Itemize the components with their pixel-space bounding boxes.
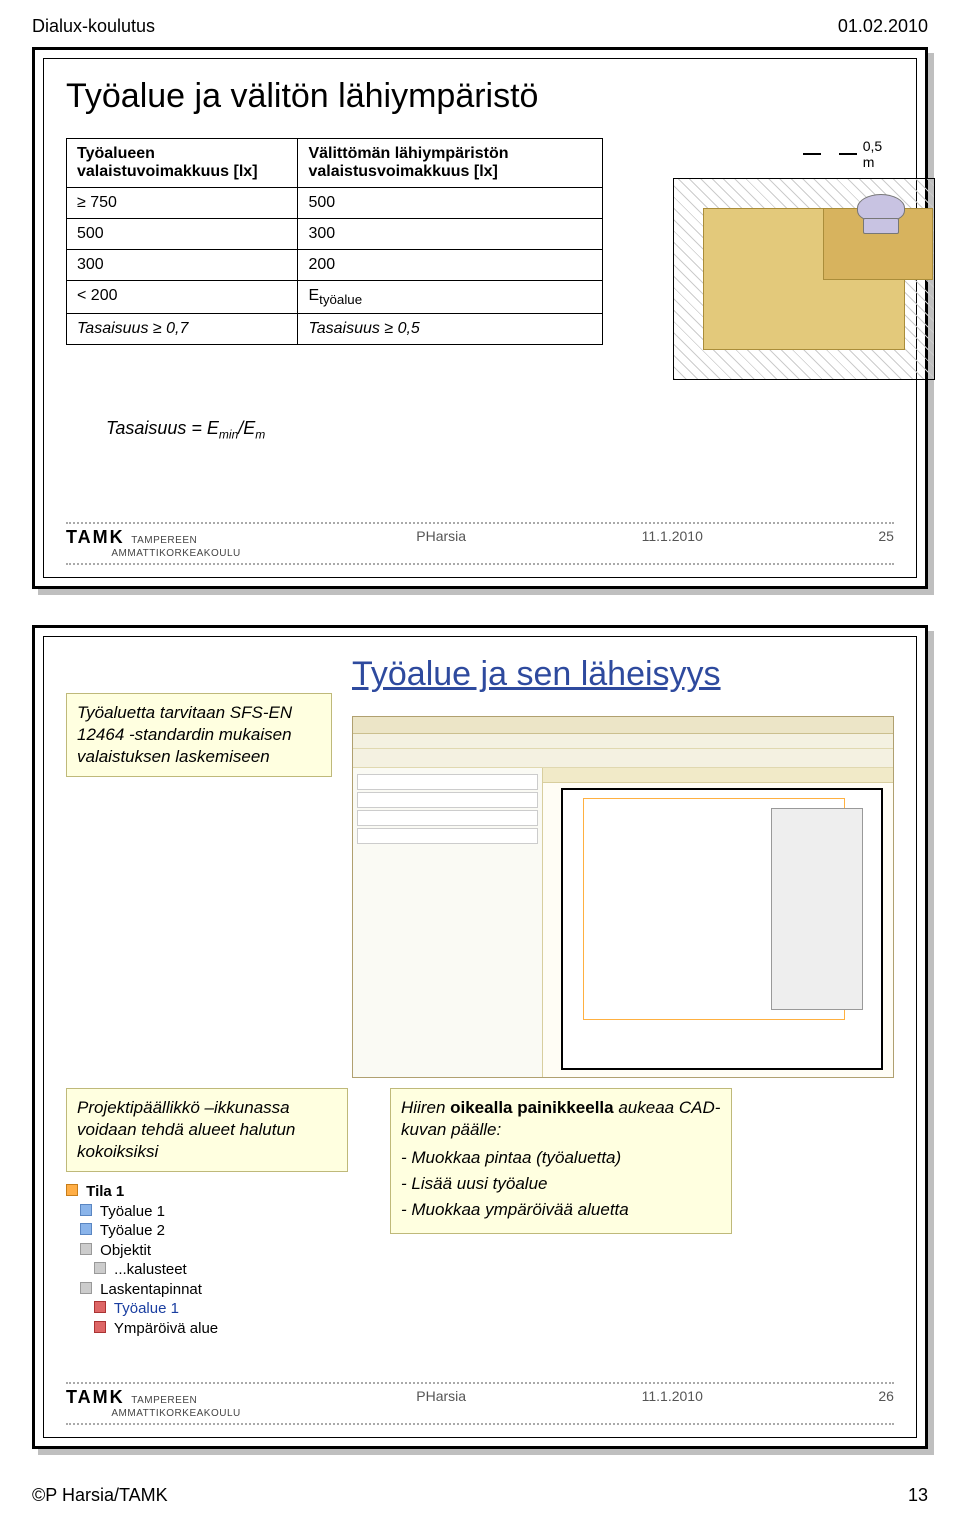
lux-r4c2: Tasaisuus ≥ 0,5 [298, 314, 603, 345]
tree-item[interactable]: Laskentapinnat [100, 1281, 202, 1298]
slide1-page: 25 [878, 528, 894, 559]
ctxmenu-item: - Muokkaa pintaa (työaluetta) [401, 1147, 721, 1169]
ss-ruler [543, 768, 893, 783]
ss-field[interactable] [357, 774, 538, 790]
lux-head-1: Työalueen valaistuvoimakkuus [lx] [67, 139, 298, 188]
lux-table: Työalueen valaistuvoimakkuus [lx] Välitt… [66, 138, 603, 345]
tree-root[interactable]: Tila 1 [86, 1183, 124, 1200]
ss-field[interactable] [357, 828, 538, 844]
slide2-page: 26 [878, 1388, 894, 1419]
project-tree[interactable]: Tila 1 Työalue 1 Työalue 2 Objektit ...k… [66, 1182, 366, 1338]
tree-item[interactable]: Työalue 2 [100, 1222, 165, 1239]
ss-canvas-area[interactable] [543, 768, 893, 1078]
ss-field[interactable] [357, 792, 538, 808]
tree-item[interactable]: Objektit [100, 1242, 151, 1259]
slide2-title: Työalue ja sen läheisyys [352, 655, 894, 694]
lux-r3c1: < 200 [67, 281, 298, 314]
slide1-date: 11.1.2010 [642, 528, 703, 559]
slide1-author: PHarsia [416, 528, 466, 559]
tree-item[interactable]: ...kalusteet [114, 1261, 187, 1278]
tree-item[interactable]: Ympäröivä alue [114, 1320, 218, 1337]
note-context-head: Hiiren oikealla painikkeella aukeaa CAD-… [401, 1098, 720, 1139]
doc-footer-right: 13 [908, 1485, 928, 1506]
folder-icon [80, 1243, 92, 1255]
lux-r0c2: 500 [298, 188, 603, 219]
ctxmenu-item: - Lisää uusi työalue [401, 1173, 721, 1195]
lux-r1c2: 300 [298, 219, 603, 250]
ss-menubar [353, 734, 893, 749]
ss-properties-panel[interactable] [353, 768, 543, 1078]
slide2-date: 11.1.2010 [642, 1388, 703, 1419]
slide1-title: Työalue ja välitön lähiympäristö [66, 77, 894, 116]
lux-r3c2: Etyöalue [298, 281, 603, 314]
lamp-icon [851, 194, 909, 234]
ss-toolbar [353, 749, 893, 768]
folder-icon [66, 1184, 78, 1196]
area-icon [80, 1223, 92, 1235]
ctxmenu-item: - Muokkaa ympäröivää aluetta [401, 1199, 721, 1221]
lux-r0c1: ≥ 750 [67, 188, 298, 219]
folder-icon [80, 1282, 92, 1294]
tree-item-selected[interactable]: Työalue 1 [114, 1300, 179, 1317]
lux-r4c1: Tasaisuus ≥ 0,7 [67, 314, 298, 345]
calc-surface-icon [94, 1321, 106, 1333]
note-sfs-en: Työaluetta tarvitaan SFS-EN 12464 -stand… [66, 693, 332, 777]
doc-header-left: Dialux-koulutus [32, 16, 155, 37]
lux-r2c1: 300 [67, 250, 298, 281]
tamk-logo: TAMK TAMPEREEN AMMATTIKORKEAKOULU [66, 1388, 241, 1419]
dimension-arrows-icon [803, 149, 857, 159]
ss-wall-block [771, 808, 863, 1010]
tree-item[interactable]: Työalue 1 [100, 1203, 165, 1220]
object-icon [94, 1262, 106, 1274]
lux-r2c2: 200 [298, 250, 603, 281]
slide-1: Työalue ja välitön lähiympäristö Työalue… [32, 47, 928, 589]
ss-titlebar [353, 717, 893, 734]
ss-field[interactable] [357, 810, 538, 826]
lux-r1c1: 500 [67, 219, 298, 250]
uniformity-formula: Tasaisuus = Emin/Em [106, 418, 894, 442]
workarea-diagram: 0,5 m [633, 138, 894, 388]
slide2-author: PHarsia [416, 1388, 466, 1419]
note-project-manager: Projektipäällikkö –ikkunassa voidaan teh… [66, 1088, 348, 1172]
tamk-logo: TAMK TAMPEREEN AMMATTIKORKEAKOULU [66, 528, 241, 559]
slide-2: Työaluetta tarvitaan SFS-EN 12464 -stand… [32, 625, 928, 1449]
calc-surface-icon [94, 1301, 106, 1313]
dialux-screenshot [352, 716, 894, 1078]
lux-head-2: Välittömän lähiympäristön valaistusvoima… [298, 139, 603, 188]
area-icon [80, 1204, 92, 1216]
note-context-menu: Hiiren oikealla painikkeella aukeaa CAD-… [390, 1088, 732, 1234]
dimension-label: 0,5 m [863, 138, 894, 170]
doc-footer-left: ©P Harsia/TAMK [32, 1485, 168, 1506]
doc-header-right: 01.02.2010 [838, 16, 928, 37]
